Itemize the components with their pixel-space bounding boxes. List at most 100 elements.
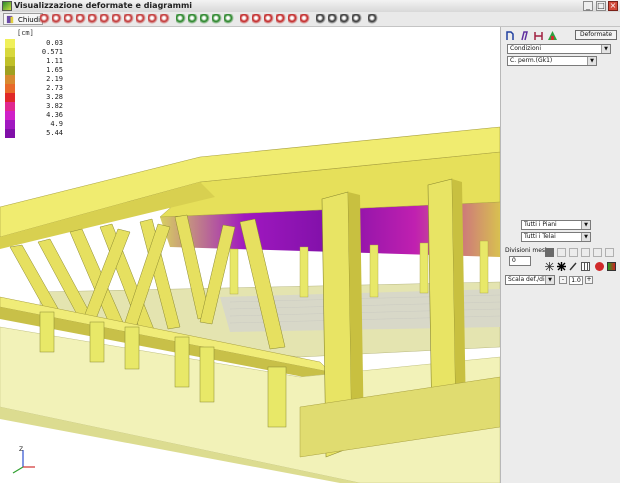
deform-view-icon[interactable] — [76, 14, 86, 24]
zoom-icon[interactable] — [176, 14, 186, 24]
3d-viewport[interactable]: [cm] 0.03 0.571 1.11 1.65 2.19 2.73 3.28 3.82 4.… — [0, 27, 500, 483]
mesh-input[interactable]: 0 — [509, 256, 531, 266]
pen-icon[interactable] — [569, 262, 578, 271]
chevron-down-icon: ▼ — [601, 45, 610, 53]
star-node-icon[interactable] — [545, 262, 554, 271]
chiudi-button[interactable]: Chiudi — [3, 13, 44, 25]
chiudi-label: Chiudi — [18, 16, 41, 24]
legend-swatch — [5, 93, 15, 102]
conditions-select-value: Condizioni — [510, 45, 542, 52]
deform-view-icon[interactable] — [160, 14, 170, 24]
legend-entry: 1.65 — [3, 66, 63, 75]
deform-view-icon[interactable] — [148, 14, 158, 24]
deform-view-icon[interactable] — [40, 14, 50, 24]
axis-z-label: Z — [19, 446, 23, 453]
legend-entry: 5.44 — [3, 129, 63, 138]
legend-entry: 3.28 — [3, 93, 63, 102]
deform-view-icon[interactable] — [52, 14, 62, 24]
cube-view-icon[interactable] — [264, 14, 274, 24]
legend-value: 0.03 — [46, 39, 63, 47]
frames-select[interactable]: Tutti i Telai ▼ — [521, 232, 591, 242]
settings-icon[interactable] — [368, 14, 378, 24]
legend-swatch — [5, 48, 15, 57]
floors-select[interactable]: Tutti i Piani ▼ — [521, 220, 591, 230]
scale-increase-button[interactable]: + — [585, 276, 593, 284]
legend-value: 3.28 — [46, 93, 63, 101]
cube-view-icon[interactable] — [276, 14, 286, 24]
mesh-input-value: 0 — [512, 257, 516, 264]
cube-view-icon[interactable] — [240, 14, 250, 24]
red-sphere-icon[interactable] — [595, 262, 604, 271]
legend-swatch — [5, 39, 15, 48]
deform-view-icon[interactable] — [88, 14, 98, 24]
star-bold-icon[interactable] — [557, 262, 566, 271]
frame-mode-icon[interactable] — [533, 30, 544, 41]
cube-view-icon[interactable] — [252, 14, 262, 24]
minimize-button[interactable]: _ — [583, 1, 593, 11]
legend-swatch — [5, 111, 15, 120]
legend-value: 0.571 — [41, 48, 63, 56]
legend-value: 2.73 — [46, 84, 63, 92]
color-map-icon[interactable] — [607, 262, 616, 271]
mesh-tool-icon[interactable] — [605, 248, 614, 257]
print-icon[interactable] — [352, 14, 362, 24]
save-icon[interactable] — [316, 14, 326, 24]
close-door-icon — [6, 15, 14, 24]
legend-value: 3.82 — [46, 102, 63, 110]
floors-select-value: Tutti i Piani — [524, 221, 557, 228]
legend-swatch — [5, 66, 15, 75]
mesh-tool-icon[interactable] — [569, 248, 578, 257]
frames-select-value: Tutti i Telai — [524, 233, 556, 240]
legend-value: 4.36 — [46, 111, 63, 119]
deform-view-icon[interactable] — [136, 14, 146, 24]
legend-swatch — [5, 84, 15, 93]
legend-swatch — [5, 120, 15, 129]
cube-view-icon[interactable] — [288, 14, 298, 24]
deform-view-icon[interactable] — [124, 14, 134, 24]
legend-entry: 2.73 — [3, 84, 63, 93]
panel-list-area — [507, 69, 615, 237]
scale-value[interactable]: 1.0 — [569, 276, 583, 285]
mesh-tool-icon[interactable] — [545, 248, 554, 257]
deformate-button[interactable]: Deformate — [575, 30, 617, 40]
close-button[interactable]: × — [608, 1, 618, 11]
legend-entry: 4.36 — [3, 111, 63, 120]
app-icon — [2, 1, 12, 11]
legend-swatch — [5, 129, 15, 138]
deform-mode-icon[interactable] — [505, 30, 516, 41]
legend-entry: 4.9 — [3, 120, 63, 129]
scale-select[interactable]: Scala def./diag. ▼ — [505, 275, 555, 285]
load-case-select[interactable]: C. perm.(Gk1) ▼ — [507, 56, 597, 66]
legend-value: 2.19 — [46, 75, 63, 83]
chevron-down-icon: ▼ — [545, 276, 554, 284]
scale-decrease-button[interactable]: - — [559, 276, 567, 284]
conditions-select[interactable]: Condizioni ▼ — [507, 44, 611, 54]
deform-view-icon[interactable] — [100, 14, 110, 24]
mesh-tool-icon[interactable] — [581, 248, 590, 257]
color-mode-icon[interactable] — [547, 30, 558, 41]
legend-entry: 2.19 — [3, 75, 63, 84]
legend-unit: [cm] — [17, 29, 34, 37]
diagram-mode-icon[interactable] — [519, 30, 530, 41]
window-title: Visualizzazione deformate e diagrammi — [14, 1, 193, 10]
export-icon[interactable] — [340, 14, 350, 24]
structure-3d-render — [0, 126, 500, 483]
maximize-button[interactable]: □ — [596, 1, 606, 11]
legend-value: 1.11 — [46, 57, 63, 65]
toolbar: Chiudi — [0, 12, 620, 27]
deform-view-icon[interactable] — [112, 14, 122, 24]
cube-view-icon[interactable] — [300, 14, 310, 24]
zoom-in-icon[interactable] — [188, 14, 198, 24]
chevron-down-icon: ▼ — [587, 57, 596, 65]
deform-view-icon[interactable] — [64, 14, 74, 24]
mesh-tool-icon[interactable] — [557, 248, 566, 257]
zoom-window-icon[interactable] — [224, 14, 234, 24]
legend-entry: 3.82 — [3, 102, 63, 111]
legend-entry: 1.11 — [3, 57, 63, 66]
grid-toggle-icon[interactable] — [581, 262, 590, 271]
zoom-extents-icon[interactable] — [212, 14, 222, 24]
save-icon[interactable] — [328, 14, 338, 24]
mesh-tool-icon[interactable] — [593, 248, 602, 257]
chevron-down-icon: ▼ — [581, 233, 590, 241]
zoom-out-icon[interactable] — [200, 14, 210, 24]
